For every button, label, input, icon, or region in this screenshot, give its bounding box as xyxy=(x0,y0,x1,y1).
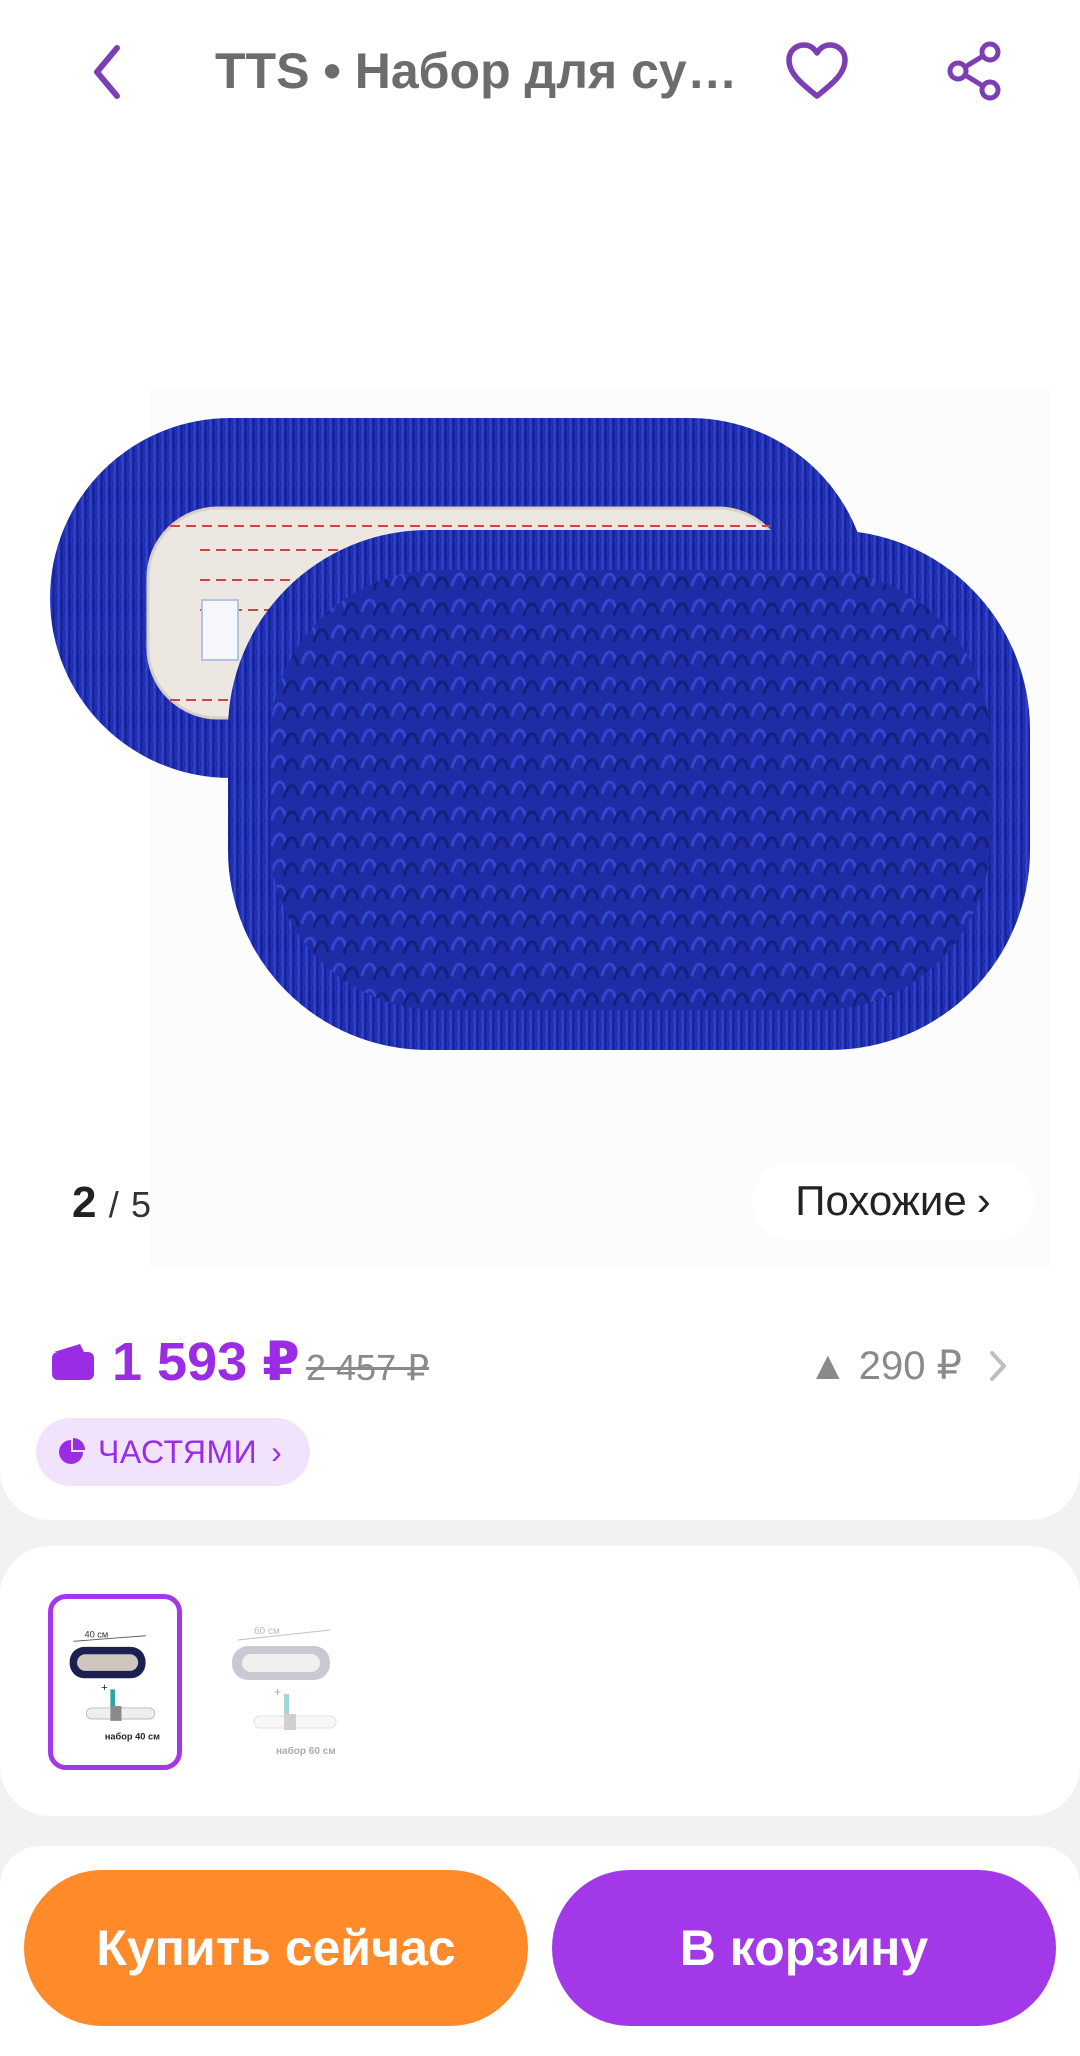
variant-thumbnail: 40 см + набор 40 см xyxy=(69,1630,160,1741)
product-title: TTS • Набор для сухой уборки xyxy=(215,43,755,99)
price-details-button[interactable] xyxy=(980,1340,1016,1392)
chevron-right-icon xyxy=(990,1351,1006,1381)
variant-option[interactable]: 60 см + набор 60 см xyxy=(218,1594,352,1770)
photo-counter: 2 / 5 xyxy=(72,1178,151,1228)
current-price: 1 593 ₽ xyxy=(112,1332,300,1392)
counter-current: 2 xyxy=(72,1178,97,1227)
product-photo xyxy=(50,418,1030,1050)
top-app-bar: TTS • Набор для сухой уборки xyxy=(0,0,1080,150)
old-price: 2 457 ₽ xyxy=(306,1347,429,1388)
wallet-icon xyxy=(52,1344,94,1380)
counter-separator: / xyxy=(108,1184,119,1225)
chevron-left-icon xyxy=(94,45,120,99)
variant-caption: набор 60 см xyxy=(276,1745,336,1757)
price-difference[interactable]: ▲ 290 ₽ xyxy=(808,1340,962,1392)
installments-badge[interactable]: ЧАСТЯМИ › xyxy=(36,1418,310,1486)
chevron-right-icon: › xyxy=(976,1177,991,1224)
variant-thumbnail: 60 см + набор 60 см xyxy=(232,1626,337,1757)
counter-total: 5 xyxy=(130,1184,151,1225)
add-to-cart-button[interactable]: В корзину xyxy=(552,1870,1056,2026)
variant-caption: набор 40 см xyxy=(105,1731,160,1741)
product-page: TTS • Набор для сухой уборки xyxy=(0,0,1080,2056)
svg-text:+: + xyxy=(274,1685,281,1699)
buy-now-button[interactable]: Купить сейчас xyxy=(24,1870,528,2026)
front-mop-body xyxy=(270,570,990,1010)
share-icon xyxy=(947,41,1001,101)
installments-label: ЧАСТЯМИ xyxy=(98,1433,258,1470)
pie-chart-icon xyxy=(59,1438,85,1464)
variant-selector: 40 см + набор 40 см 60 см + набор 60 см xyxy=(0,1546,1080,1816)
heart-icon xyxy=(786,42,848,99)
chevron-right-icon: › xyxy=(271,1433,282,1470)
back-button[interactable] xyxy=(72,32,142,112)
variant-size-label: 60 см xyxy=(254,1626,280,1637)
variant-option[interactable]: 40 см + набор 40 см xyxy=(48,1594,182,1770)
bottom-action-bar: Купить сейчас В корзину xyxy=(0,1846,1080,2056)
share-button[interactable] xyxy=(935,32,1013,110)
favorite-button[interactable] xyxy=(778,32,856,110)
similar-button[interactable]: Похожие › xyxy=(752,1162,1034,1240)
brand-label xyxy=(201,599,239,661)
similar-label: Похожие xyxy=(795,1177,967,1224)
svg-text:+: + xyxy=(101,1682,107,1694)
variant-size-label: 40 см xyxy=(84,1630,108,1640)
price-card: 1 593 ₽ 2 457 ₽ ▲ 290 ₽ ЧАСТЯМИ › xyxy=(0,1290,1080,1520)
product-gallery[interactable]: 2 / 5 Похожие › xyxy=(0,150,1080,1290)
